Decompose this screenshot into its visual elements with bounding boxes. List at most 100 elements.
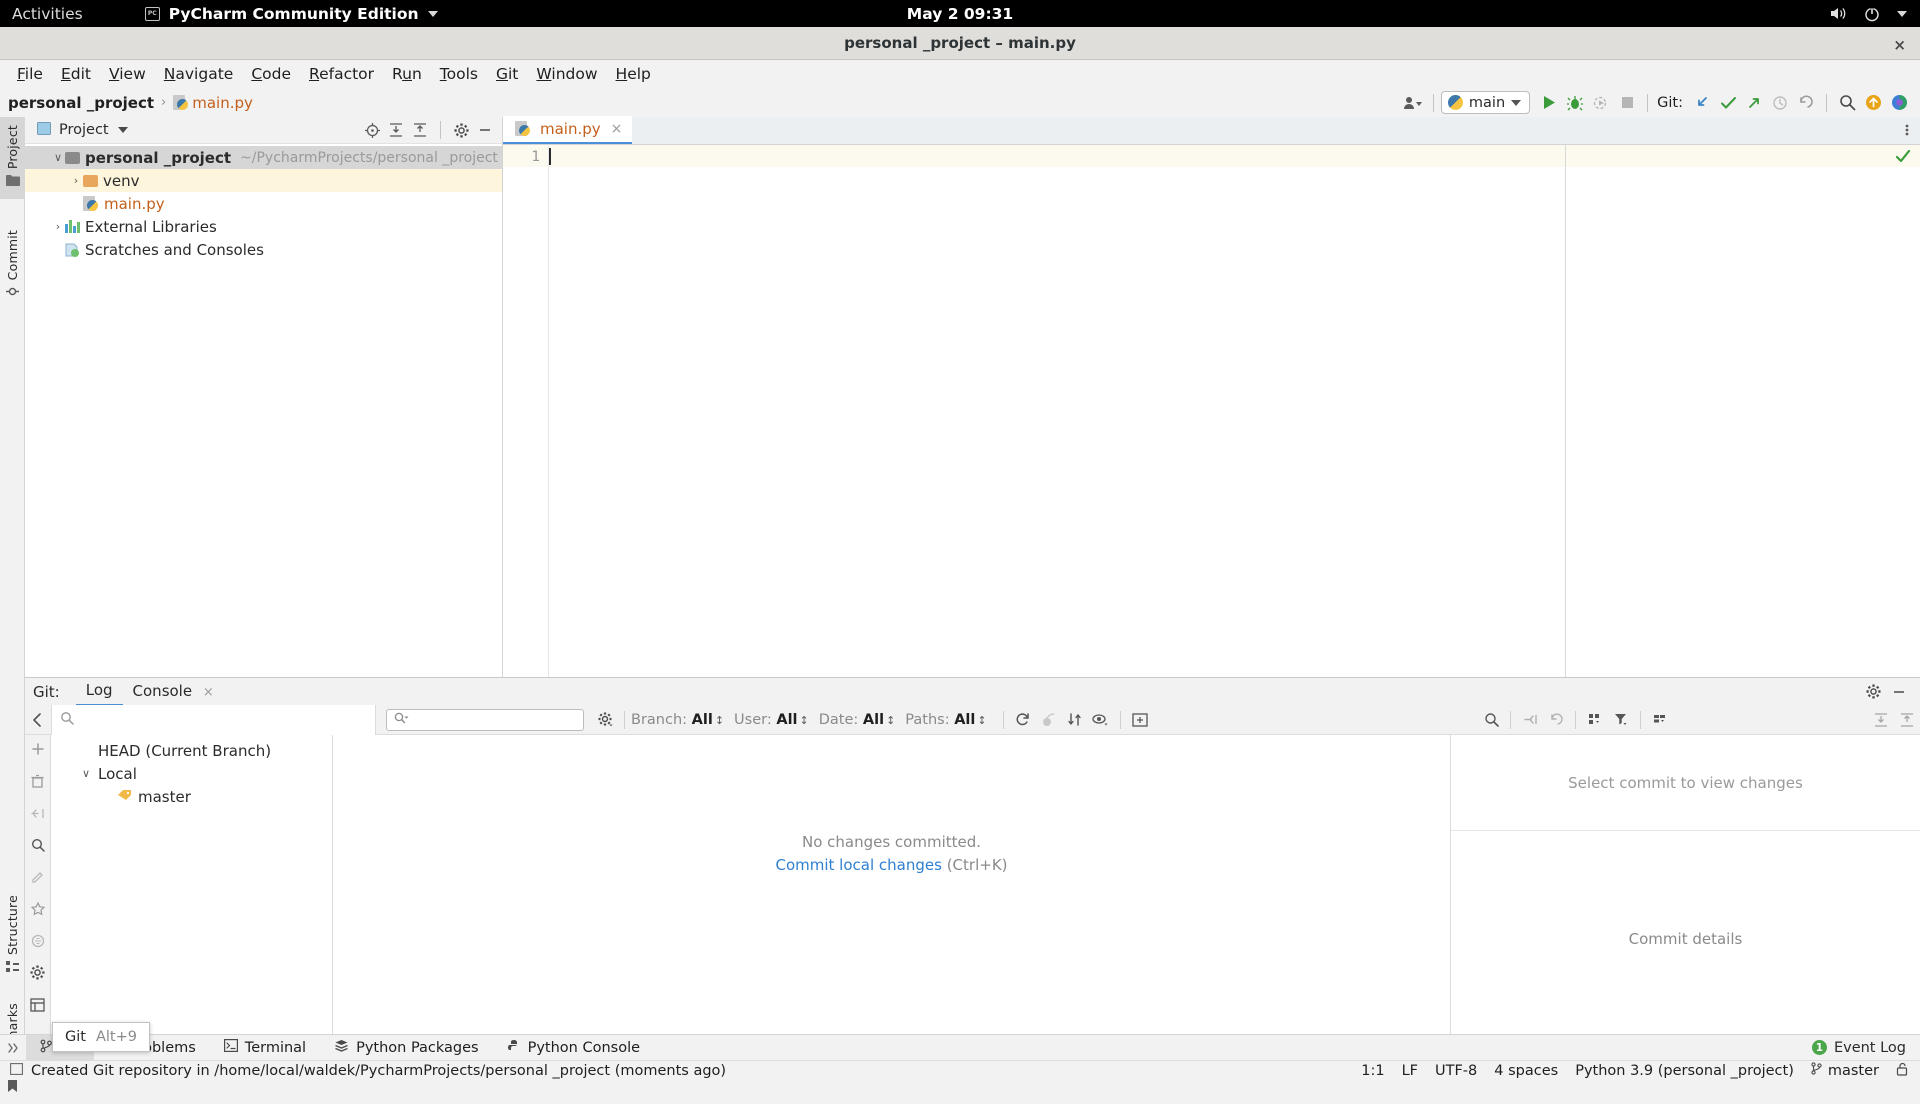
open-in-editor-icon[interactable] [1127, 706, 1153, 734]
python-interpreter[interactable]: Python 3.9 (personal _project) [1575, 1063, 1794, 1079]
collapse-all-icon[interactable] [409, 119, 431, 141]
bottom-tab-python-packages[interactable]: Python Packages [320, 1035, 493, 1061]
settings-gear-icon[interactable] [1862, 681, 1884, 703]
git-log-filter-input[interactable] [386, 708, 584, 731]
sidebar-item-commit[interactable]: Commit [0, 222, 25, 309]
run-with-coverage-icon[interactable] [1588, 91, 1614, 115]
menu-code[interactable]: Code [242, 62, 300, 86]
ai-assistant-icon[interactable] [1886, 91, 1912, 115]
git-branch-widget[interactable]: master [1811, 1062, 1879, 1079]
menu-run[interactable]: Run [383, 62, 431, 86]
hide-icon[interactable] [1888, 681, 1910, 703]
menu-help[interactable]: Help [607, 62, 660, 86]
favorite-icon[interactable] [30, 901, 45, 920]
settings-gear-icon[interactable] [592, 706, 618, 734]
editor-gutter[interactable]: 1 [503, 145, 548, 677]
menu-git[interactable]: Git [487, 62, 527, 86]
tree-node-main-py[interactable]: main.py [25, 192, 502, 215]
branch-node-local[interactable]: ∨ Local [51, 762, 332, 785]
chevron-right-icon[interactable]: › [51, 220, 65, 233]
event-log-button[interactable]: 1 Event Log [1811, 1040, 1920, 1056]
tree-node-venv[interactable]: › venv [25, 169, 502, 192]
search-icon[interactable] [1478, 706, 1504, 734]
menu-file[interactable]: File [8, 62, 52, 86]
system-clock[interactable]: May 2 09:31 [907, 5, 1013, 23]
hide-icon[interactable] [474, 119, 496, 141]
sort-icon[interactable] [1062, 706, 1088, 734]
collapse-icon[interactable] [1517, 706, 1543, 734]
close-icon[interactable]: × [203, 685, 214, 700]
select-opened-file-icon[interactable] [361, 119, 383, 141]
run-configuration-selector[interactable]: main [1440, 91, 1531, 114]
menu-view[interactable]: View [100, 62, 155, 86]
columns-icon[interactable] [1647, 706, 1673, 734]
chevron-down-icon[interactable]: ∨ [79, 767, 93, 780]
tree-icon[interactable] [30, 997, 45, 1016]
user-profile-icon[interactable] [1400, 91, 1426, 115]
bottom-tab-python-console[interactable]: Python Console [493, 1035, 654, 1061]
search-input[interactable] [81, 710, 331, 729]
debug-icon[interactable] [1562, 91, 1588, 115]
filter-icon[interactable] [31, 933, 45, 952]
chevron-right-icon[interactable]: › [69, 174, 83, 187]
refresh-icon[interactable] [1010, 706, 1036, 734]
ide-update-icon[interactable] [1860, 91, 1886, 115]
menu-edit[interactable]: Edit [52, 62, 100, 86]
commit-local-changes-link[interactable]: Commit local changes (Ctrl+K) [333, 856, 1450, 874]
add-icon[interactable] [31, 741, 45, 760]
tab-log[interactable]: Log [75, 678, 123, 706]
app-menu-button[interactable]: PC PyCharm Community Edition [144, 5, 438, 23]
bottom-tab-terminal[interactable]: Terminal [210, 1035, 320, 1061]
menu-tools[interactable]: Tools [431, 62, 487, 86]
show-details-icon[interactable] [1088, 706, 1114, 734]
tree-node-external-libraries[interactable]: › External Libraries [25, 215, 502, 238]
expand-all-icon[interactable] [1868, 706, 1894, 734]
menu-refactor[interactable]: Refactor [300, 62, 383, 86]
git-commit-list[interactable]: No changes committed. Commit local chang… [333, 735, 1450, 1045]
indent-setting[interactable]: 4 spaces [1494, 1063, 1558, 1079]
file-encoding[interactable]: UTF-8 [1435, 1063, 1477, 1079]
run-icon[interactable] [1536, 91, 1562, 115]
breadcrumb-project[interactable]: personal _project [8, 94, 154, 112]
caret-position[interactable]: 1:1 [1361, 1063, 1384, 1079]
git-branch-search[interactable] [51, 704, 376, 735]
tree-node-personal-project[interactable]: ∨ personal _project ~/PycharmProjects/pe… [25, 146, 502, 169]
tree-node-scratches[interactable]: Scratches and Consoles [25, 238, 502, 261]
editor-tab-main-py[interactable]: main.py × [503, 116, 633, 144]
menu-navigate[interactable]: Navigate [155, 62, 243, 86]
edit-icon[interactable] [31, 869, 45, 888]
menu-window[interactable]: Window [527, 62, 606, 86]
delete-icon[interactable] [31, 773, 44, 792]
status-message-area[interactable]: Created Git repository in /home/local/wa… [0, 1063, 726, 1079]
sidebar-item-structure[interactable]: Structure [0, 887, 25, 983]
git-history-icon[interactable] [1767, 91, 1793, 115]
inspection-status-icon[interactable] [1895, 149, 1911, 168]
volume-icon[interactable] [1830, 6, 1847, 21]
stop-icon[interactable] [1614, 91, 1640, 115]
expand-all-icon[interactable] [385, 119, 407, 141]
code-editor[interactable] [548, 145, 1920, 677]
breadcrumb-file[interactable]: main.py [192, 94, 253, 112]
sidebar-item-project[interactable]: Project [0, 117, 25, 200]
activities-button[interactable]: Activities [12, 5, 83, 23]
cherry-pick-icon[interactable] [1036, 706, 1062, 734]
chevron-down-icon[interactable] [1897, 10, 1907, 17]
close-icon[interactable]: × [1893, 36, 1906, 54]
git-rollback-icon[interactable] [1793, 91, 1819, 115]
settings-gear-icon[interactable] [450, 119, 472, 141]
revert-icon[interactable] [1543, 706, 1569, 734]
chevron-left-icon[interactable] [25, 705, 51, 735]
git-push-icon[interactable] [1741, 91, 1767, 115]
group-by-icon[interactable] [1582, 706, 1608, 734]
search-everywhere-icon[interactable] [1834, 91, 1860, 115]
filter-branch[interactable]: Branch: All ↕ [631, 712, 724, 728]
branch-node-head[interactable]: HEAD (Current Branch) [51, 739, 332, 762]
chevron-right-icon[interactable] [0, 1042, 26, 1054]
close-icon[interactable]: × [611, 121, 623, 137]
git-update-project-icon[interactable] [1689, 91, 1715, 115]
filter-user[interactable]: User: All ↕ [734, 712, 809, 728]
filter-paths[interactable]: Paths: All ↕ [905, 712, 986, 728]
branch-node-master[interactable]: master [51, 785, 332, 808]
line-separator[interactable]: LF [1402, 1063, 1418, 1079]
settings-gear-icon[interactable] [30, 965, 45, 984]
